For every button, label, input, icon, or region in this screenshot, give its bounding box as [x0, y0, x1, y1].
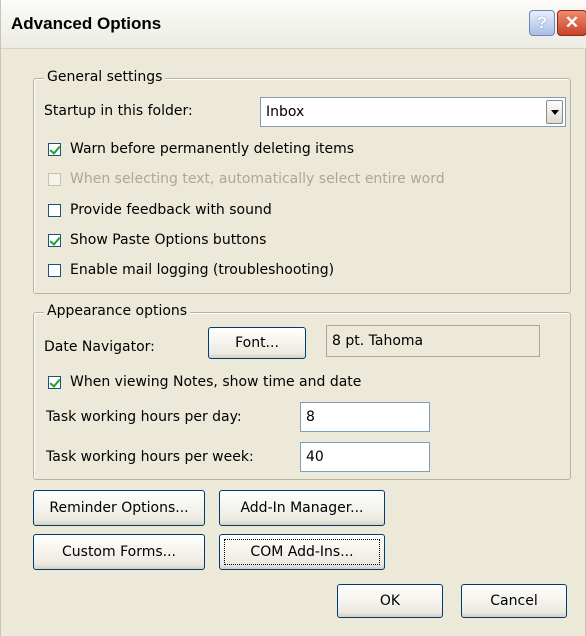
help-icon: ?: [536, 13, 548, 32]
notes-time-date-checkbox-row[interactable]: When viewing Notes, show time and date: [48, 374, 361, 390]
hours-per-day-value: 8: [306, 409, 315, 425]
startup-folder-select[interactable]: Inbox: [260, 97, 566, 127]
custom-forms-button[interactable]: Custom Forms...: [33, 534, 205, 570]
warn-delete-checkbox[interactable]: [48, 142, 61, 156]
hours-per-week-value: 40: [306, 449, 324, 465]
dialog-title: Advanced Options: [11, 14, 162, 33]
feedback-sound-label: Provide feedback with sound: [70, 202, 272, 218]
appearance-options-group: Appearance options Date Navigator: Font.…: [33, 303, 571, 480]
date-navigator-label: Date Navigator:: [44, 339, 155, 355]
feedback-sound-checkbox[interactable]: [48, 203, 61, 217]
reminder-options-button[interactable]: Reminder Options...: [33, 490, 205, 526]
paste-options-checkbox-row[interactable]: Show Paste Options buttons: [48, 232, 266, 248]
paste-options-checkbox[interactable]: [48, 233, 61, 247]
hours-per-day-input[interactable]: 8: [300, 402, 430, 432]
font-value-display: 8 pt. Tahoma: [326, 325, 540, 357]
feedback-sound-checkbox-row[interactable]: Provide feedback with sound: [48, 202, 272, 218]
hours-per-week-label: Task working hours per week:: [46, 449, 254, 465]
title-bar[interactable]: Advanced Options ? ✕: [1, 0, 586, 49]
general-settings-group: General settings Startup in this folder:…: [33, 69, 571, 294]
font-value-text: 8 pt. Tahoma: [332, 333, 424, 349]
auto-select-word-checkbox: [48, 172, 61, 186]
mail-logging-checkbox[interactable]: [48, 263, 61, 277]
ok-button[interactable]: OK: [337, 584, 443, 618]
add-in-manager-button[interactable]: Add-In Manager...: [219, 490, 385, 526]
paste-options-label: Show Paste Options buttons: [70, 232, 267, 248]
auto-select-word-checkbox-row: When selecting text, automatically selec…: [48, 171, 445, 187]
startup-folder-value: Inbox: [266, 104, 305, 120]
com-add-ins-button[interactable]: COM Add-Ins...: [219, 534, 385, 570]
mail-logging-label: Enable mail logging (troubleshooting): [70, 262, 335, 278]
general-settings-legend: General settings: [44, 69, 166, 85]
font-button[interactable]: Font...: [208, 327, 306, 359]
auto-select-word-label: When selecting text, automatically selec…: [70, 171, 445, 187]
help-button[interactable]: ?: [529, 10, 555, 36]
close-button[interactable]: ✕: [557, 10, 586, 36]
dropdown-arrow-button[interactable]: [546, 100, 563, 124]
hours-per-week-input[interactable]: 40: [300, 442, 430, 472]
notes-time-date-checkbox[interactable]: [48, 375, 61, 389]
warn-delete-checkbox-row[interactable]: Warn before permanently deleting items: [48, 141, 354, 157]
startup-folder-label: Startup in this folder:: [44, 103, 193, 119]
advanced-options-dialog: Advanced Options ? ✕ General settings St…: [0, 0, 586, 636]
close-icon: ✕: [564, 13, 580, 32]
notes-time-date-label: When viewing Notes, show time and date: [70, 374, 362, 390]
mail-logging-checkbox-row[interactable]: Enable mail logging (troubleshooting): [48, 262, 334, 278]
cancel-button[interactable]: Cancel: [461, 584, 567, 618]
warn-delete-label: Warn before permanently deleting items: [70, 141, 355, 157]
chevron-down-icon: [550, 109, 559, 115]
appearance-options-legend: Appearance options: [44, 303, 191, 319]
hours-per-day-label: Task working hours per day:: [46, 409, 242, 425]
